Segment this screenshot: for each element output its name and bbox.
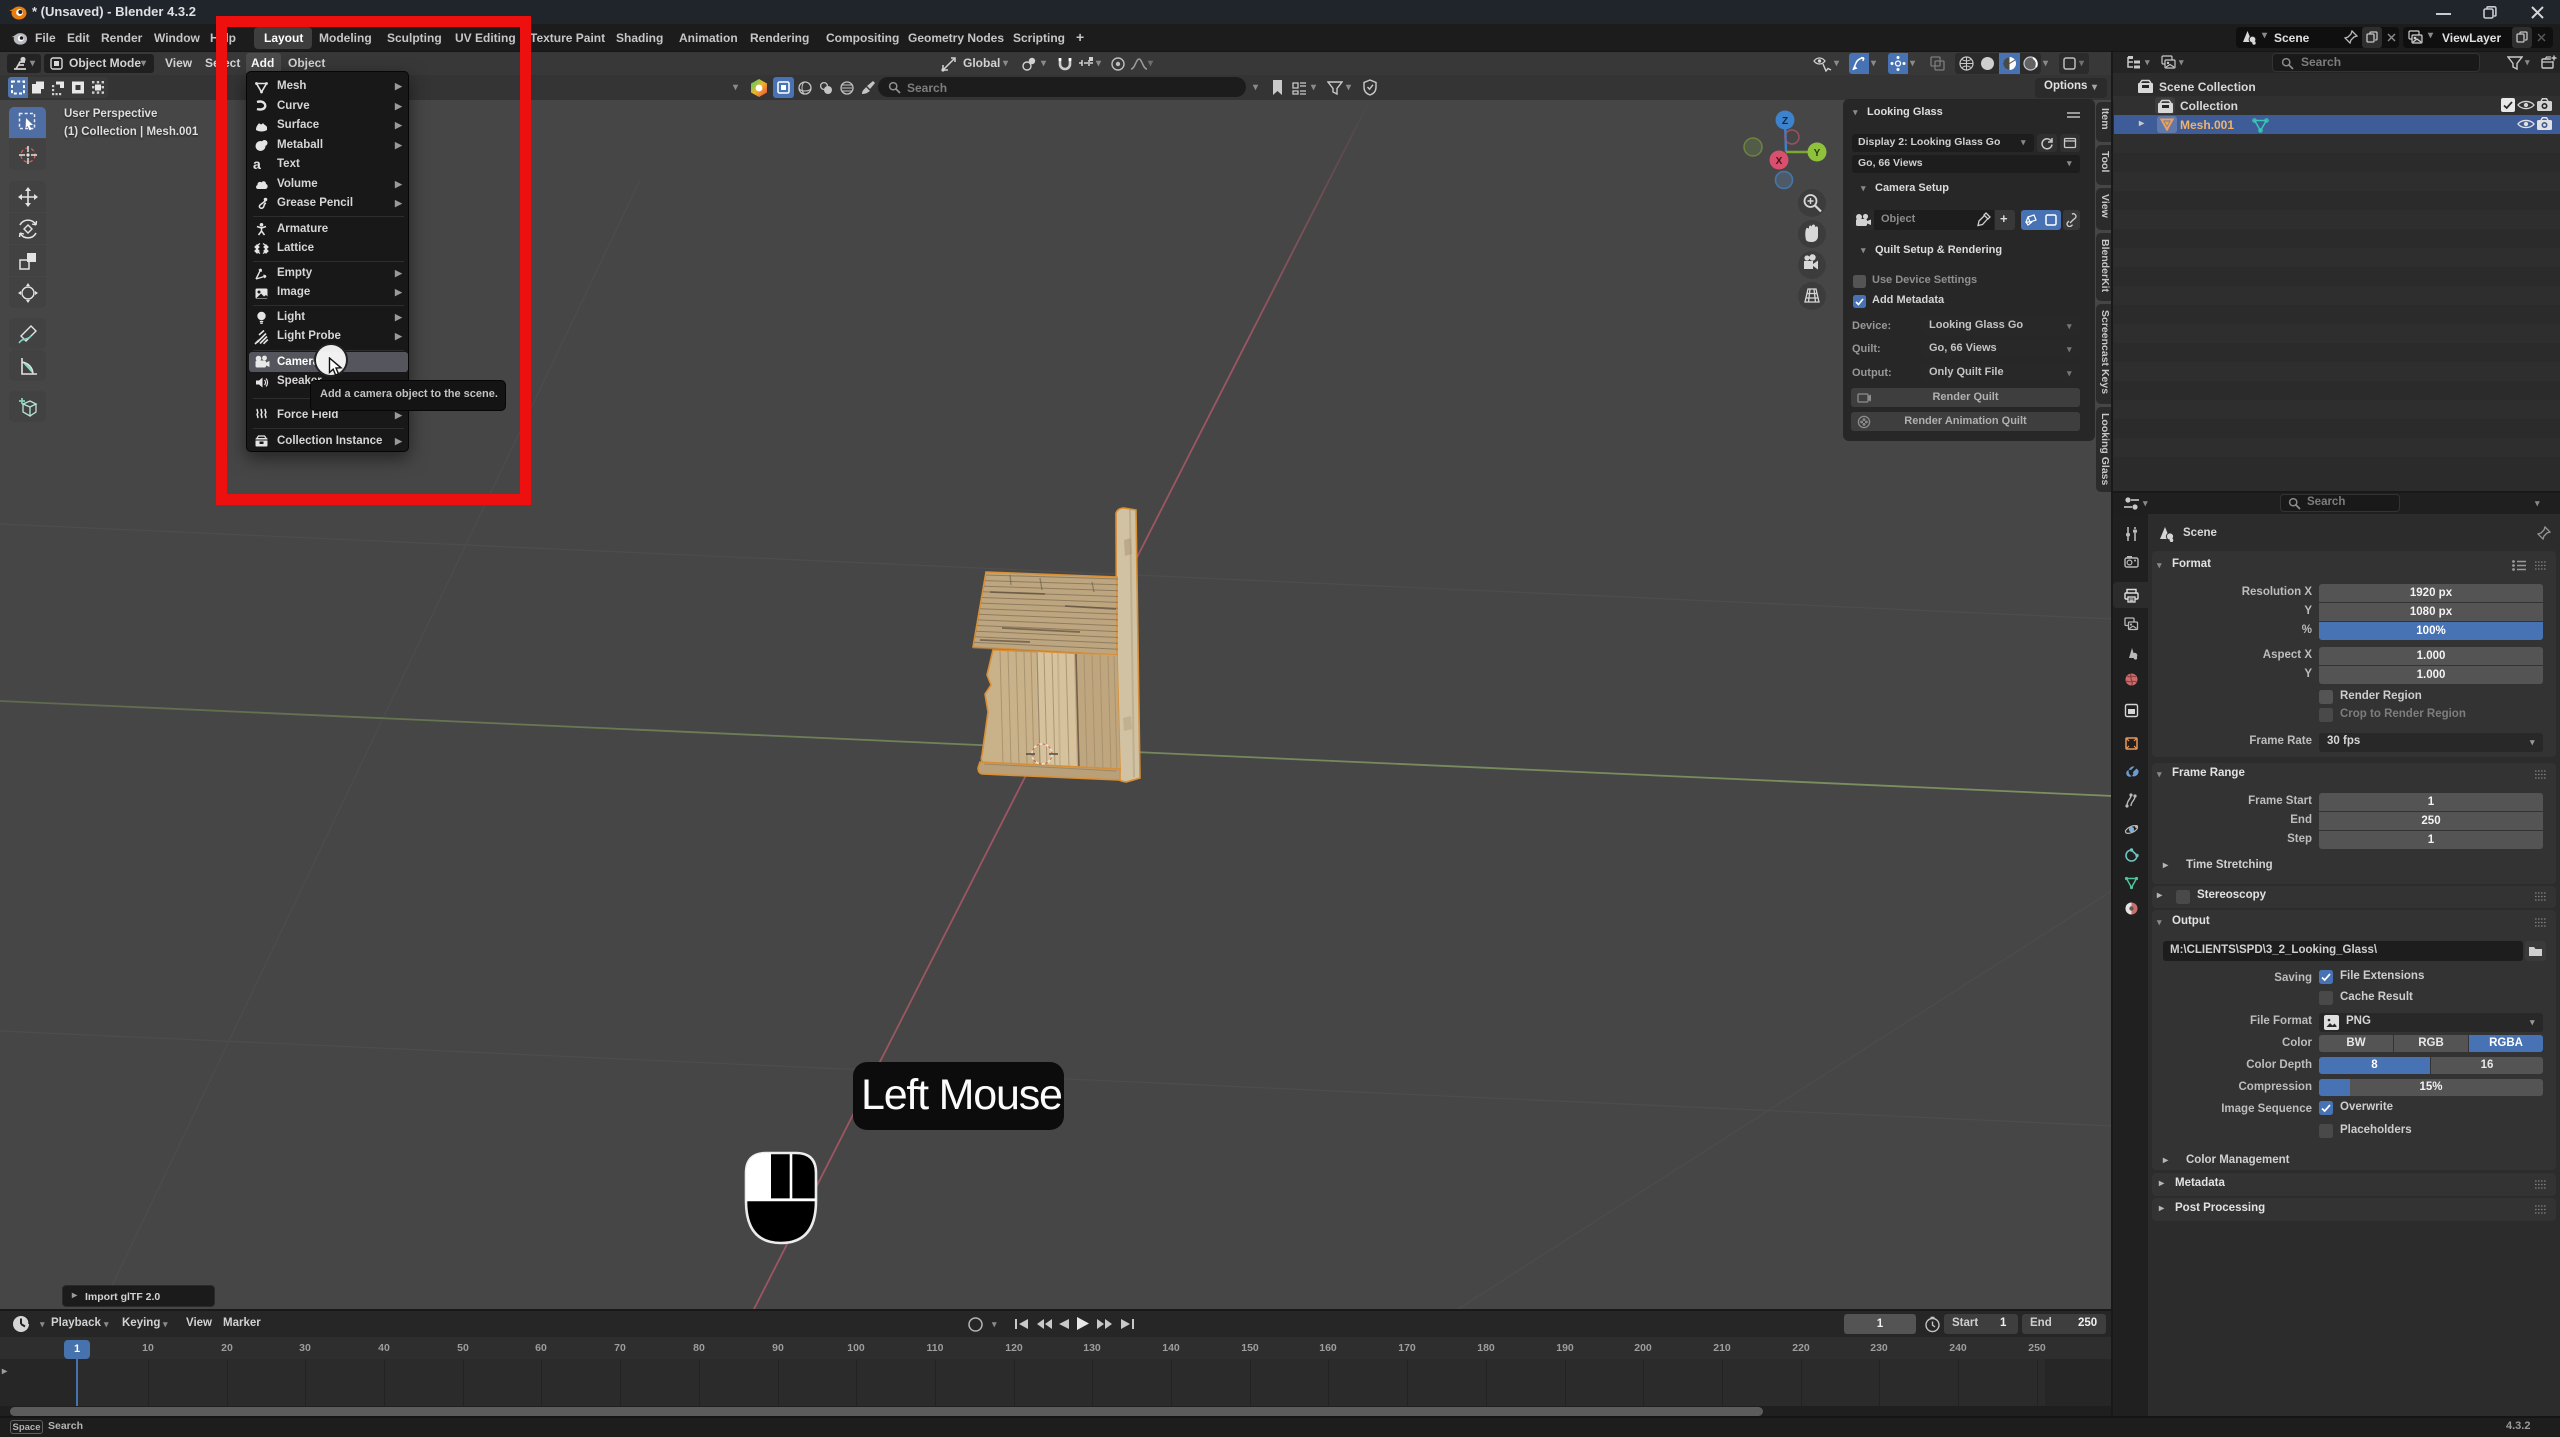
svg-text:X: X bbox=[1776, 156, 1783, 167]
svg-text:Z: Z bbox=[1782, 116, 1788, 127]
svg-text:Y: Y bbox=[1814, 148, 1821, 159]
